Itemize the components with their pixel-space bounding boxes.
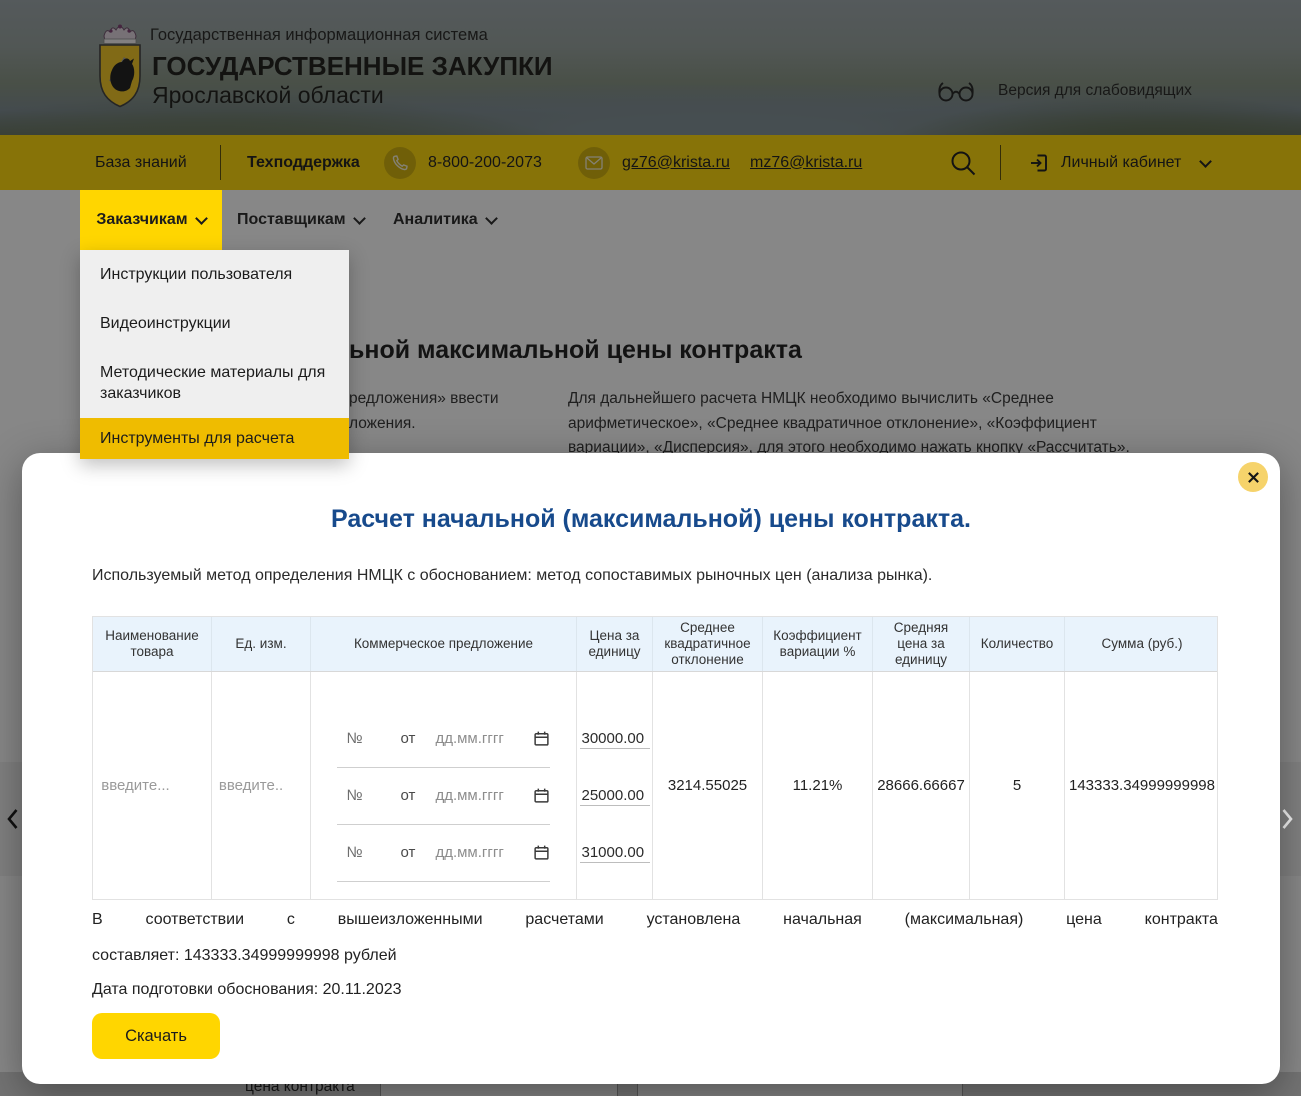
table-header-row: Наименование товара Ед. изм. Коммерческо… xyxy=(93,617,1217,672)
unit-cell xyxy=(211,672,310,899)
table-body-row: от от xyxy=(93,672,1217,899)
customers-dropdown-menu: Инструкции пользователя Видеоинструкции … xyxy=(80,250,349,459)
commercial-offers-cell: от от xyxy=(310,672,576,899)
offer-from-label: от xyxy=(400,787,416,804)
carousel-prev-button[interactable] xyxy=(6,808,19,830)
chevron-down-icon xyxy=(194,212,208,225)
tab-customers[interactable]: Заказчикам xyxy=(80,190,222,250)
product-name-cell xyxy=(93,672,211,899)
chevron-left-icon xyxy=(7,809,18,829)
page: Государственная информационная система Г… xyxy=(0,0,1301,1096)
offer-number-input-3[interactable] xyxy=(344,843,385,862)
menu-item-methodical-materials[interactable]: Методические материалы для заказчиков xyxy=(80,348,349,418)
preparation-date: Дата подготовки обоснования: 20.11.2023 xyxy=(92,981,402,998)
calendar-icon[interactable] xyxy=(533,787,550,804)
unit-price-cell xyxy=(576,672,652,899)
offer-row-2: от xyxy=(336,768,551,825)
col-header-unit: Ед. изм. xyxy=(211,617,310,671)
modal-title: Расчет начальной (максимальной) цены кон… xyxy=(331,505,971,533)
calculation-table: Наименование товара Ед. изм. Коммерческо… xyxy=(92,616,1218,900)
col-header-quantity: Количество xyxy=(969,617,1064,671)
col-header-average-price: Средняя цена за единицу xyxy=(872,617,969,671)
unit-price-input-3[interactable] xyxy=(579,843,650,863)
chevron-right-icon xyxy=(1282,809,1293,829)
close-button[interactable] xyxy=(1238,462,1268,492)
col-header-product-name: Наименование товара xyxy=(105,628,199,659)
close-icon xyxy=(1247,471,1259,483)
calendar-icon[interactable] xyxy=(533,730,550,747)
offer-date-input-2[interactable] xyxy=(433,786,530,805)
product-name-input[interactable] xyxy=(99,776,205,795)
carousel-next-button[interactable] xyxy=(1281,808,1294,830)
download-button[interactable]: Скачать xyxy=(92,1013,220,1059)
calendar-icon[interactable] xyxy=(533,844,550,861)
unit-price-input-2[interactable] xyxy=(579,786,650,806)
offer-row-1: от xyxy=(336,690,551,768)
col-header-unit-price: Цена за единицу xyxy=(576,617,652,671)
offer-date-input-3[interactable] xyxy=(433,843,530,862)
col-header-std-deviation: Среднее квадратичное отклонение xyxy=(652,617,762,671)
offer-row-3: от xyxy=(336,825,551,882)
conclusion-line-2: составляет: 143333.34999999998 рублей xyxy=(92,947,397,964)
offer-number-input-2[interactable] xyxy=(344,786,385,805)
quantity-value: 5 xyxy=(969,672,1064,899)
total-sum-value: 143333.34999999998 xyxy=(1064,672,1219,899)
col-header-commercial-offer: Коммерческое предложение xyxy=(310,617,576,671)
menu-item-user-instructions[interactable]: Инструкции пользователя xyxy=(80,250,349,299)
method-description: Используемый метод определения НМЦК с об… xyxy=(92,567,933,584)
col-header-sum: Сумма (руб.) xyxy=(1064,617,1219,671)
offer-date-input-1[interactable] xyxy=(433,729,530,748)
nmck-calculation-modal: Расчет начальной (максимальной) цены кон… xyxy=(22,453,1280,1084)
conclusion-line-1: Всоответствии с вышеизложенными расчетами ус… xyxy=(92,911,1218,928)
offer-from-label: от xyxy=(400,844,416,861)
menu-item-video-instructions[interactable]: Видеоинструкции xyxy=(80,299,349,348)
offer-from-label: от xyxy=(400,730,416,747)
unit-price-input-1[interactable] xyxy=(579,729,650,749)
std-deviation-value: 3214.55025 xyxy=(652,672,762,899)
variation-coeff-value: 11.21% xyxy=(762,672,872,899)
col-header-variation-coeff: Коэффициент вариации % xyxy=(762,617,872,671)
average-price-value: 28666.66667 xyxy=(872,672,969,899)
menu-item-calculation-tools[interactable]: Инструменты для расчета xyxy=(80,418,349,459)
offer-number-input-1[interactable] xyxy=(344,729,385,748)
unit-input[interactable] xyxy=(216,776,306,795)
